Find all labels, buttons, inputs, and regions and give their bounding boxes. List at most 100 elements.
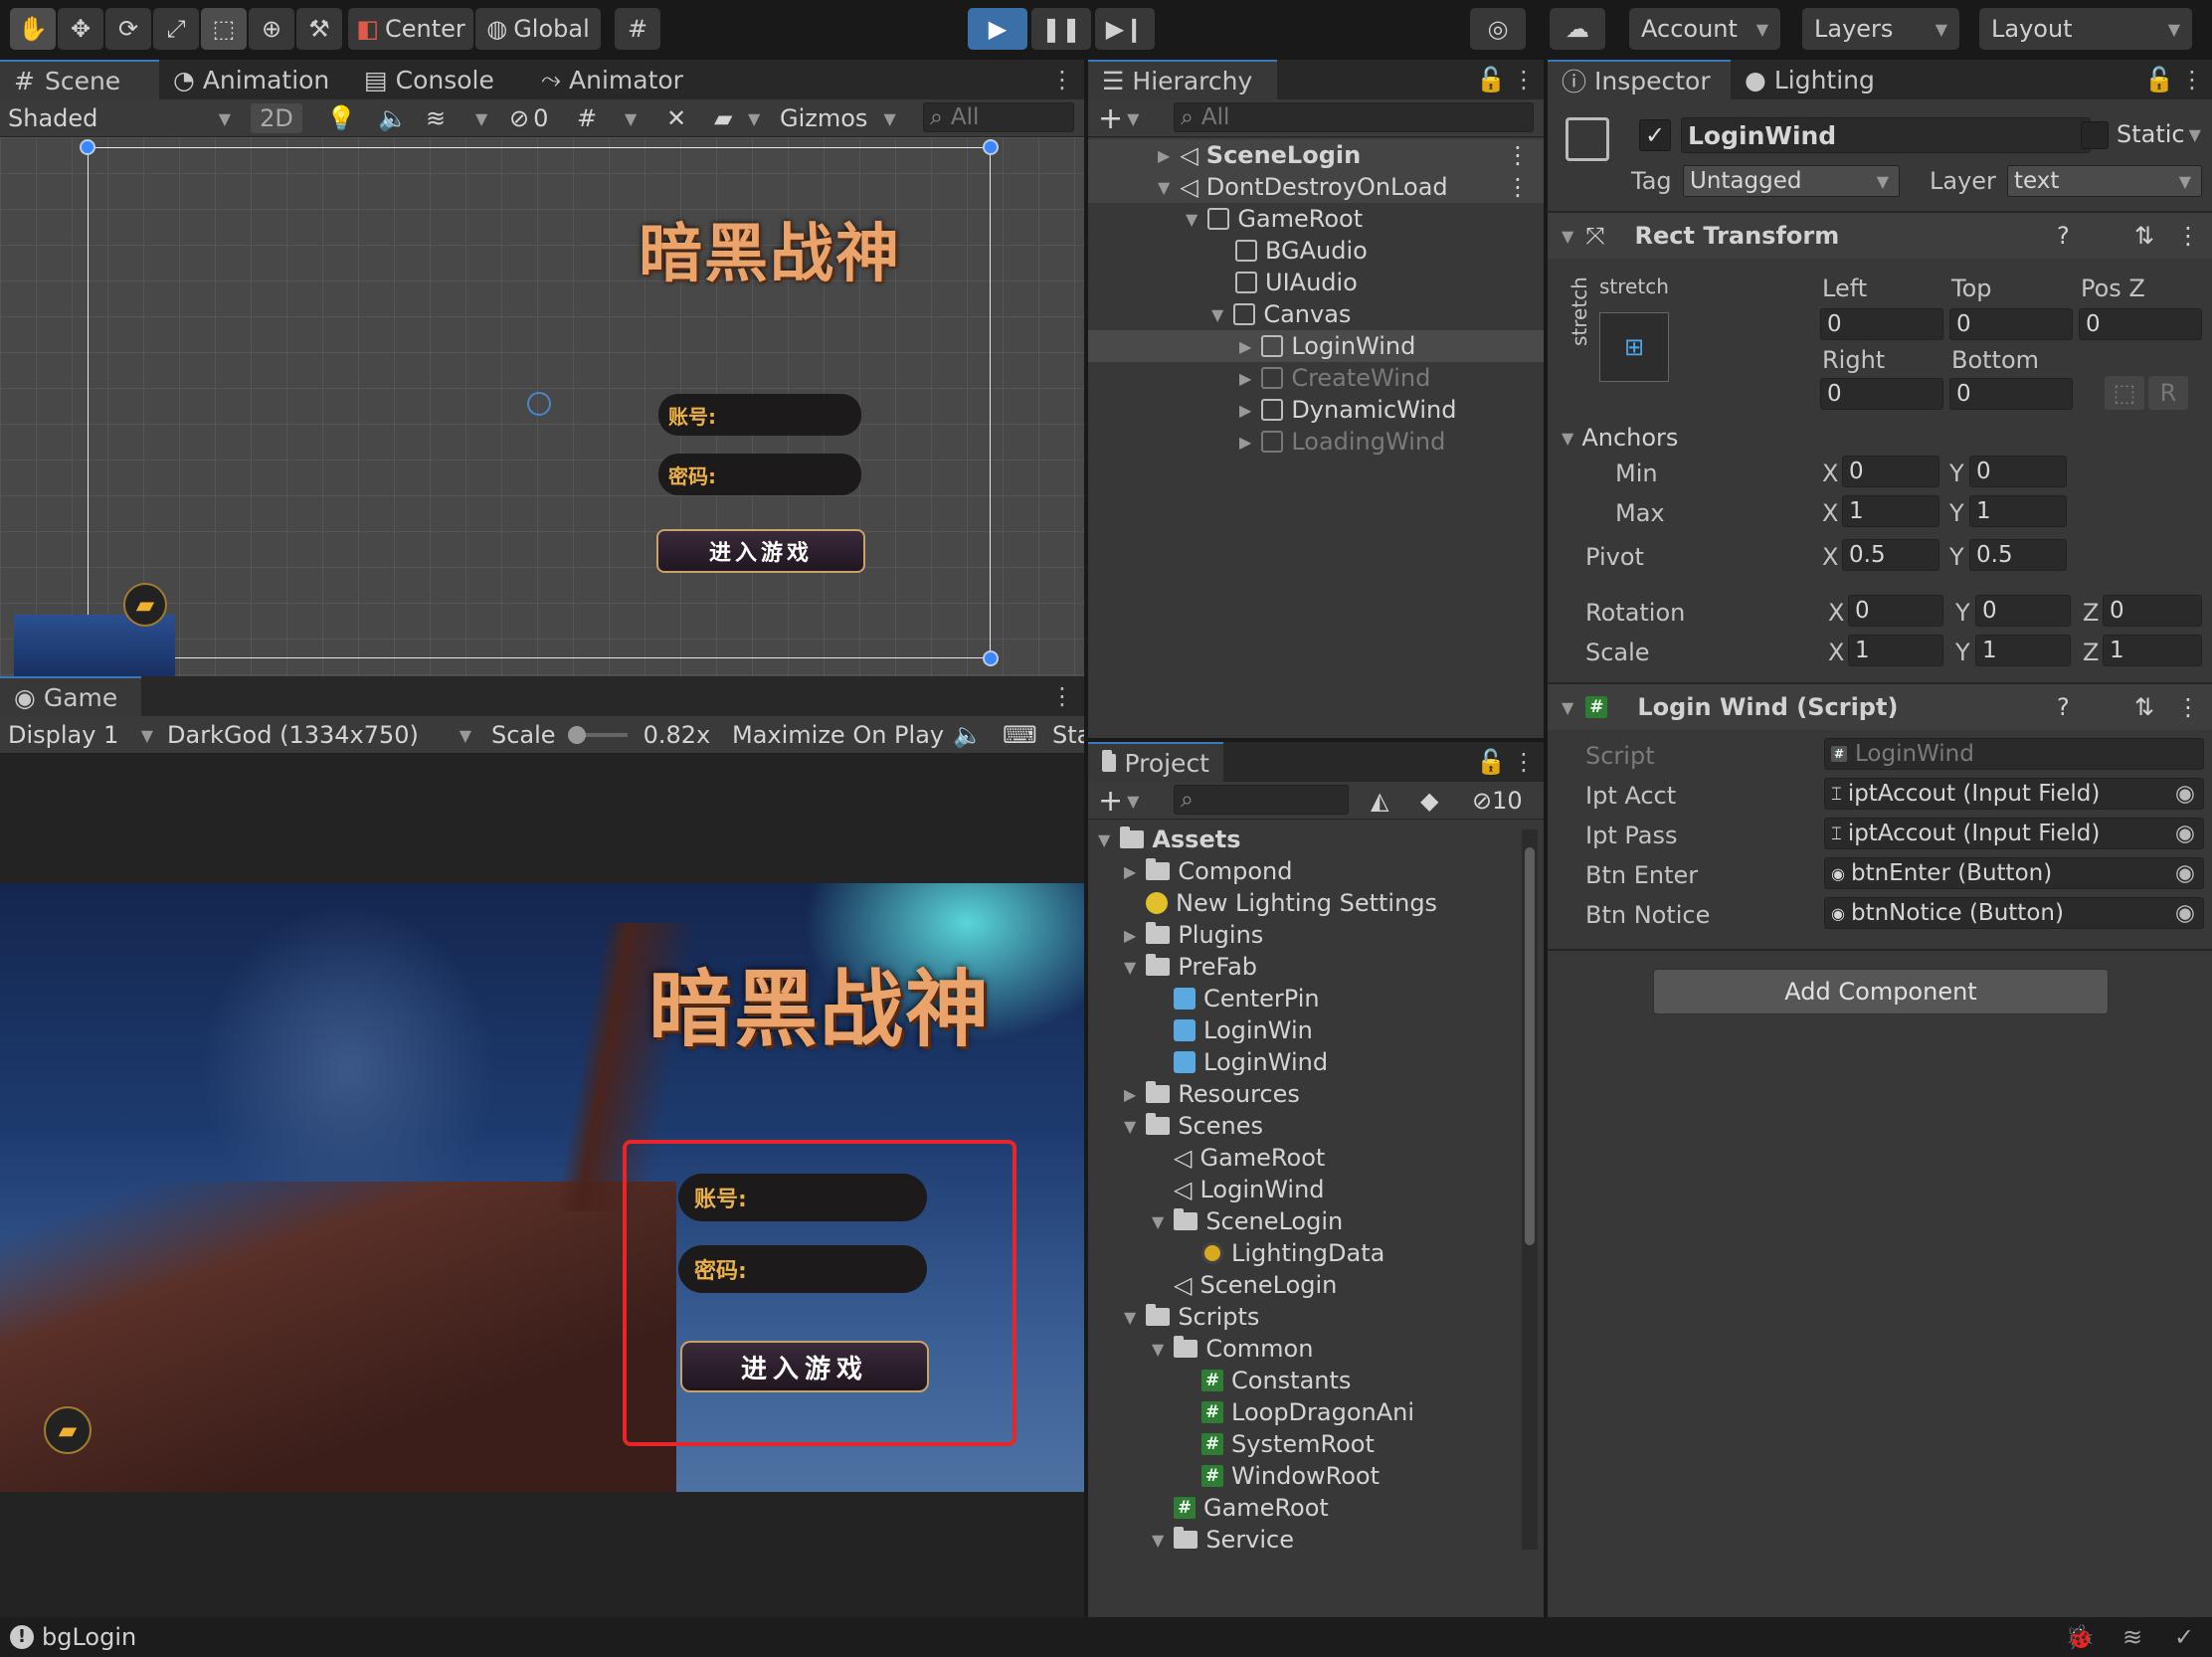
project-item-lightingdata[interactable]: LightingData xyxy=(1201,1237,1384,1269)
tab-lighting[interactable]: ● Lighting xyxy=(1731,60,1889,99)
rotation-y-field[interactable]: 0 xyxy=(1975,595,2071,627)
lock-icon[interactable]: 🔓 xyxy=(1476,66,1506,93)
active-checkbox[interactable]: ✓ xyxy=(1639,119,1671,151)
project-scrollbar[interactable] xyxy=(1522,829,1538,1550)
maximize-on-play-toggle[interactable]: Maximize On Play xyxy=(732,720,944,750)
kebab-menu-icon[interactable]: ⋮ xyxy=(2180,66,2204,93)
check-icon[interactable]: ✓ xyxy=(2174,1623,2194,1651)
static-checkbox[interactable] xyxy=(2081,121,2109,149)
cache-server-icon[interactable]: ≋ xyxy=(2122,1623,2142,1651)
account-input[interactable]: 账号: xyxy=(678,1174,927,1221)
object-picker-icon[interactable]: ◉ xyxy=(2175,821,2195,846)
pause-button[interactable]: ❚❚ xyxy=(1031,8,1091,50)
object-picker-icon[interactable]: ◉ xyxy=(2175,781,2195,807)
project-item-systemroot[interactable]: # SystemRoot xyxy=(1201,1428,1375,1460)
project-item-compond[interactable]: ▶ Compond xyxy=(1124,855,1293,887)
project-item-prefab[interactable]: ▼ PreFab xyxy=(1124,951,1257,983)
stats-toggle[interactable]: Sta xyxy=(1052,720,1084,750)
kebab-menu-icon[interactable]: ⋮ xyxy=(1050,66,1074,93)
transform-tool-icon[interactable]: ⊕ xyxy=(249,8,294,50)
notice-book-icon[interactable]: ▰ xyxy=(123,583,167,627)
object-picker-icon[interactable]: ◉ xyxy=(2175,900,2195,926)
scrollbar-thumb[interactable] xyxy=(1525,847,1535,1245)
tab-project[interactable]: Project xyxy=(1088,742,1223,782)
project-item-centerpin[interactable]: CenterPin xyxy=(1174,983,1320,1014)
object-name-field[interactable]: LoginWind xyxy=(1681,117,2091,153)
effects-toggle-icon[interactable]: ≋ xyxy=(426,103,446,133)
project-item-gameroot-script[interactable]: # GameRoot xyxy=(1174,1492,1329,1524)
scale-y-field[interactable]: 1 xyxy=(1975,635,2071,666)
rect-tool-icon[interactable]: ⬚ xyxy=(201,8,247,50)
tab-scene[interactable]: # Scene xyxy=(0,60,159,99)
anchor-max-x-field[interactable]: 1 xyxy=(1842,495,1939,527)
filter-by-type-icon[interactable]: ◭ xyxy=(1371,786,1388,816)
scene-viewport[interactable]: ▰ 暗黑战神 账号: 密码: 进入游戏 xyxy=(0,137,1084,676)
hidden-packages-toggle[interactable]: ⊘ 10 xyxy=(1472,786,1523,816)
top-field[interactable]: 0 xyxy=(1949,308,2073,340)
kebab-menu-icon[interactable]: ⋮ xyxy=(2176,222,2200,250)
enter-game-button[interactable]: 进入游戏 xyxy=(680,1341,929,1392)
move-tool-icon[interactable]: ✥ xyxy=(58,8,103,50)
2d-toggle-button[interactable]: 2D xyxy=(251,103,302,133)
tab-animator[interactable]: ⤳ Animator xyxy=(527,60,697,99)
project-item-plugins[interactable]: ▶ Plugins xyxy=(1124,919,1263,951)
create-dropdown[interactable]: + ▼ xyxy=(1098,101,1139,136)
services-icon[interactable]: ◎ xyxy=(1470,8,1526,50)
gizmos-dropdown[interactable]: Gizmos ▼ xyxy=(780,103,896,133)
rotation-z-field[interactable]: 0 xyxy=(2103,595,2202,627)
layer-dropdown[interactable]: text ▼ xyxy=(2007,165,2202,197)
kebab-menu-icon[interactable]: ⋮ xyxy=(1512,748,1536,776)
password-input-preview[interactable]: 密码: xyxy=(658,454,861,495)
audio-toggle-icon[interactable]: 🔈 xyxy=(378,103,408,133)
raw-edit-button[interactable]: R xyxy=(2148,376,2188,410)
help-icon[interactable]: ? xyxy=(2057,693,2070,721)
hierarchy-item-loginwind[interactable]: ▶ LoginWind xyxy=(1088,330,1544,362)
project-item-gameroot-scene[interactable]: ◁ GameRoot xyxy=(1174,1142,1325,1174)
btn-enter-field[interactable]: ◉ btnEnter (Button) ◉ xyxy=(1824,857,2204,889)
kebab-menu-icon[interactable]: ⋮ xyxy=(1050,682,1074,710)
rotate-tool-icon[interactable]: ⟳ xyxy=(105,8,151,50)
pivot-center-button[interactable]: ◧ Center xyxy=(348,8,473,50)
hierarchy-item-canvas[interactable]: ▼ Canvas xyxy=(1088,298,1544,330)
add-component-button[interactable]: Add Component xyxy=(1653,969,2109,1014)
pivot-y-field[interactable]: 0.5 xyxy=(1969,539,2067,571)
resolution-dropdown[interactable]: DarkGod (1334x750) ▼ xyxy=(167,720,471,750)
tab-hierarchy[interactable]: ☰ Hierarchy xyxy=(1088,60,1277,99)
project-search-input[interactable]: ⌕ xyxy=(1174,785,1349,815)
project-item-loginwin[interactable]: LoginWin xyxy=(1174,1014,1313,1046)
account-dropdown[interactable]: Account ▼ xyxy=(1629,8,1780,50)
lock-icon[interactable]: 🔓 xyxy=(1476,748,1506,776)
rect-transform-header[interactable]: ▼ ⤧ Rect Transform ? ⇅ ⋮ xyxy=(1548,213,2212,259)
tools-icon[interactable]: ✕ xyxy=(666,103,686,133)
notice-book-icon[interactable]: ▰ xyxy=(44,1406,92,1454)
project-item-loginwind-scene[interactable]: ◁ LoginWind xyxy=(1174,1174,1325,1205)
account-input-preview[interactable]: 账号: xyxy=(658,394,861,436)
step-button[interactable]: ▶❙ xyxy=(1095,8,1155,50)
password-input[interactable]: 密码: xyxy=(678,1245,927,1293)
pivot-handle[interactable] xyxy=(527,392,551,416)
tag-dropdown[interactable]: Untagged ▼ xyxy=(1683,165,1900,197)
tab-animation[interactable]: ◔ Animation xyxy=(159,60,343,99)
bottom-field[interactable]: 0 xyxy=(1949,378,2073,410)
project-item-service[interactable]: ▼ Service xyxy=(1152,1524,1294,1556)
hidden-objects-toggle[interactable]: ⊘ 0 xyxy=(509,103,548,133)
camera-icon[interactable]: ▰ xyxy=(714,103,732,133)
static-dropdown[interactable]: Static ▼ xyxy=(2117,119,2201,149)
help-icon[interactable]: ? xyxy=(2057,222,2070,250)
create-dropdown[interactable]: + ▼ xyxy=(1098,784,1139,819)
anchor-min-y-field[interactable]: 0 xyxy=(1969,456,2067,487)
object-picker-icon[interactable]: ◉ xyxy=(2175,860,2195,886)
rect-handle[interactable] xyxy=(80,139,95,155)
cloud-icon[interactable]: ☁ xyxy=(1550,8,1605,50)
anchors-foldout[interactable]: ▼ Anchors xyxy=(1562,424,1678,452)
rotation-x-field[interactable]: 0 xyxy=(1848,595,1943,627)
hierarchy-item-bgaudio[interactable]: BGAudio xyxy=(1088,235,1544,267)
kebab-menu-icon[interactable]: ⋮ xyxy=(2176,693,2200,721)
project-item-scripts[interactable]: ▼ Scripts xyxy=(1124,1301,1259,1333)
hierarchy-item-gameroot[interactable]: ▼ GameRoot xyxy=(1088,203,1544,235)
gameobject-icon[interactable] xyxy=(1566,117,1609,161)
hierarchy-item-scenelogin[interactable]: ▶ ◁ SceneLogin ⋮ xyxy=(1088,139,1544,171)
lighting-toggle-icon[interactable]: 💡 xyxy=(326,103,356,133)
scale-slider[interactable]: Scale 0.82x xyxy=(491,720,710,750)
chevron-down-icon[interactable]: ▼ xyxy=(625,103,637,133)
